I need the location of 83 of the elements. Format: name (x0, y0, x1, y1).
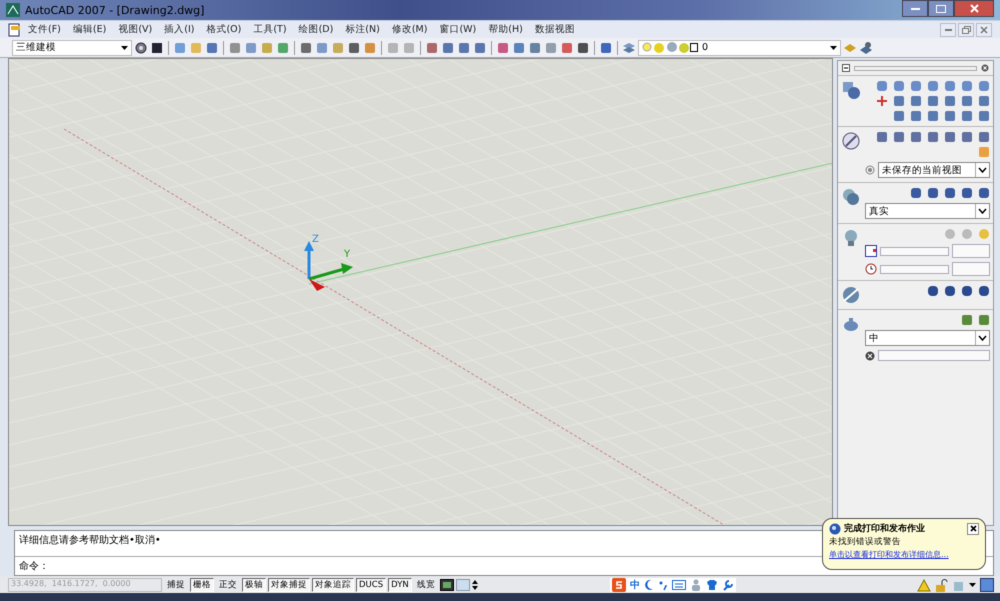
menu-item[interactable]: 编辑(E) (66, 23, 112, 36)
time-input-field[interactable] (880, 264, 949, 274)
radio-icon[interactable] (865, 165, 876, 175)
dropdown-arrow-icon (830, 46, 837, 50)
minimize-button[interactable] (902, 0, 928, 17)
render-quality-dropdown[interactable]: 中 (865, 330, 990, 346)
restore-button[interactable] (958, 22, 974, 36)
collapse-icon[interactable] (842, 64, 850, 72)
menu-item[interactable]: 绘图(D) (292, 23, 340, 36)
status-toggle[interactable]: 极轴 (242, 578, 266, 592)
menu-item[interactable]: 格式(O) (200, 23, 248, 36)
app-logo-icon (6, 3, 20, 17)
balloon-title: 完成打印和发布作业 (844, 522, 925, 535)
document-icon (8, 22, 22, 36)
balloon-message: 未找到错误或警告 (829, 536, 902, 548)
close-icon (970, 4, 978, 13)
z-axis-label: Z (312, 234, 319, 245)
status-toggle[interactable]: DUCS (356, 578, 386, 592)
restore-icon (962, 26, 970, 34)
menu-item[interactable]: 文件(F) (22, 23, 67, 36)
close-button[interactable] (954, 0, 994, 17)
close-icon (970, 525, 976, 532)
status-toggle[interactable]: 正交 (216, 578, 240, 592)
model-icon[interactable] (440, 579, 454, 591)
layer-state-icons-drawing (642, 41, 698, 54)
exposure-input-field[interactable] (878, 350, 990, 361)
menu-item[interactable]: 标注(N) (339, 23, 386, 36)
time-field[interactable] (952, 262, 990, 276)
view-dropdown[interactable]: 未保存的当前视图 (878, 162, 990, 178)
window-title: AutoCAD 2007 - [Drawing2.dwg] (25, 4, 204, 16)
chevron-icon (975, 163, 989, 177)
close-icon (980, 26, 988, 34)
y-axis-label: Y (344, 249, 350, 260)
status-toggle[interactable]: 对象捕捉 (268, 578, 310, 592)
padlock-icon[interactable] (935, 578, 948, 592)
clear-icon[interactable] (865, 350, 876, 360)
menu-item[interactable]: 工具(T) (247, 23, 293, 36)
keyboard-icon[interactable] (672, 579, 686, 591)
visual-style-dropdown[interactable]: 真实 (865, 203, 990, 219)
status-toggle[interactable]: 对象追踪 (312, 578, 354, 592)
date-field[interactable] (952, 244, 990, 258)
menu-item[interactable]: 窗口(W) (433, 23, 482, 36)
dropdown-arrow-icon[interactable] (969, 583, 976, 587)
maximize-button[interactable] (928, 0, 954, 17)
info-icon (829, 522, 841, 534)
close-button[interactable] (967, 522, 979, 534)
workspace-dropdown[interactable]: 三维建模 (12, 40, 132, 56)
status-toggle[interactable]: 线宽 (414, 578, 438, 592)
input-method-logo-icon[interactable] (612, 578, 626, 592)
menu-item[interactable]: 视图(V) (112, 23, 158, 36)
chevron-icon (975, 331, 989, 345)
menu-item[interactable]: 帮助(H) (482, 23, 529, 36)
layers-icon[interactable] (622, 40, 636, 54)
layer-dropdown[interactable]: 0 (638, 40, 841, 56)
spheres-icon (841, 187, 862, 207)
minimize-icon (944, 28, 952, 30)
ucs-axes-icon (304, 241, 353, 291)
menu-item[interactable]: 修改(M) (386, 23, 434, 36)
date-input-field[interactable] (880, 246, 949, 256)
menu-item[interactable]: 插入(I) (158, 23, 200, 36)
calendar-icon (865, 245, 878, 257)
close-icon[interactable] (981, 64, 989, 72)
wrench-icon[interactable] (722, 579, 734, 591)
person-icon[interactable] (690, 579, 702, 591)
ime-mode-label[interactable]: 中 (630, 578, 640, 592)
menu-item[interactable]: 数据视图 (528, 23, 581, 36)
clock-icon (865, 263, 878, 275)
dropdown-arrow-icon (121, 46, 128, 50)
moon-icon[interactable] (644, 579, 654, 591)
minimize-icon (910, 7, 920, 10)
coordinates-display: 33.4928, 1416.1727, 0.0000 (8, 578, 162, 592)
solids-icon (841, 80, 862, 100)
chevron-icon (975, 204, 989, 218)
clean-screen-icon[interactable] (980, 578, 994, 592)
material-sphere-icon (841, 285, 862, 305)
status-toggle[interactable]: 捕捉 (164, 578, 188, 592)
shirt-icon[interactable] (706, 579, 718, 591)
maximize-icon (936, 4, 946, 12)
status-toggle[interactable]: DYN (388, 578, 412, 592)
punctuation-icon[interactable] (658, 579, 668, 591)
ucs-icon[interactable] (876, 95, 888, 107)
status-toggle[interactable]: 栅格 (190, 578, 214, 592)
command-history: 详细信息请参考帮助文档•取消• (18, 534, 162, 548)
